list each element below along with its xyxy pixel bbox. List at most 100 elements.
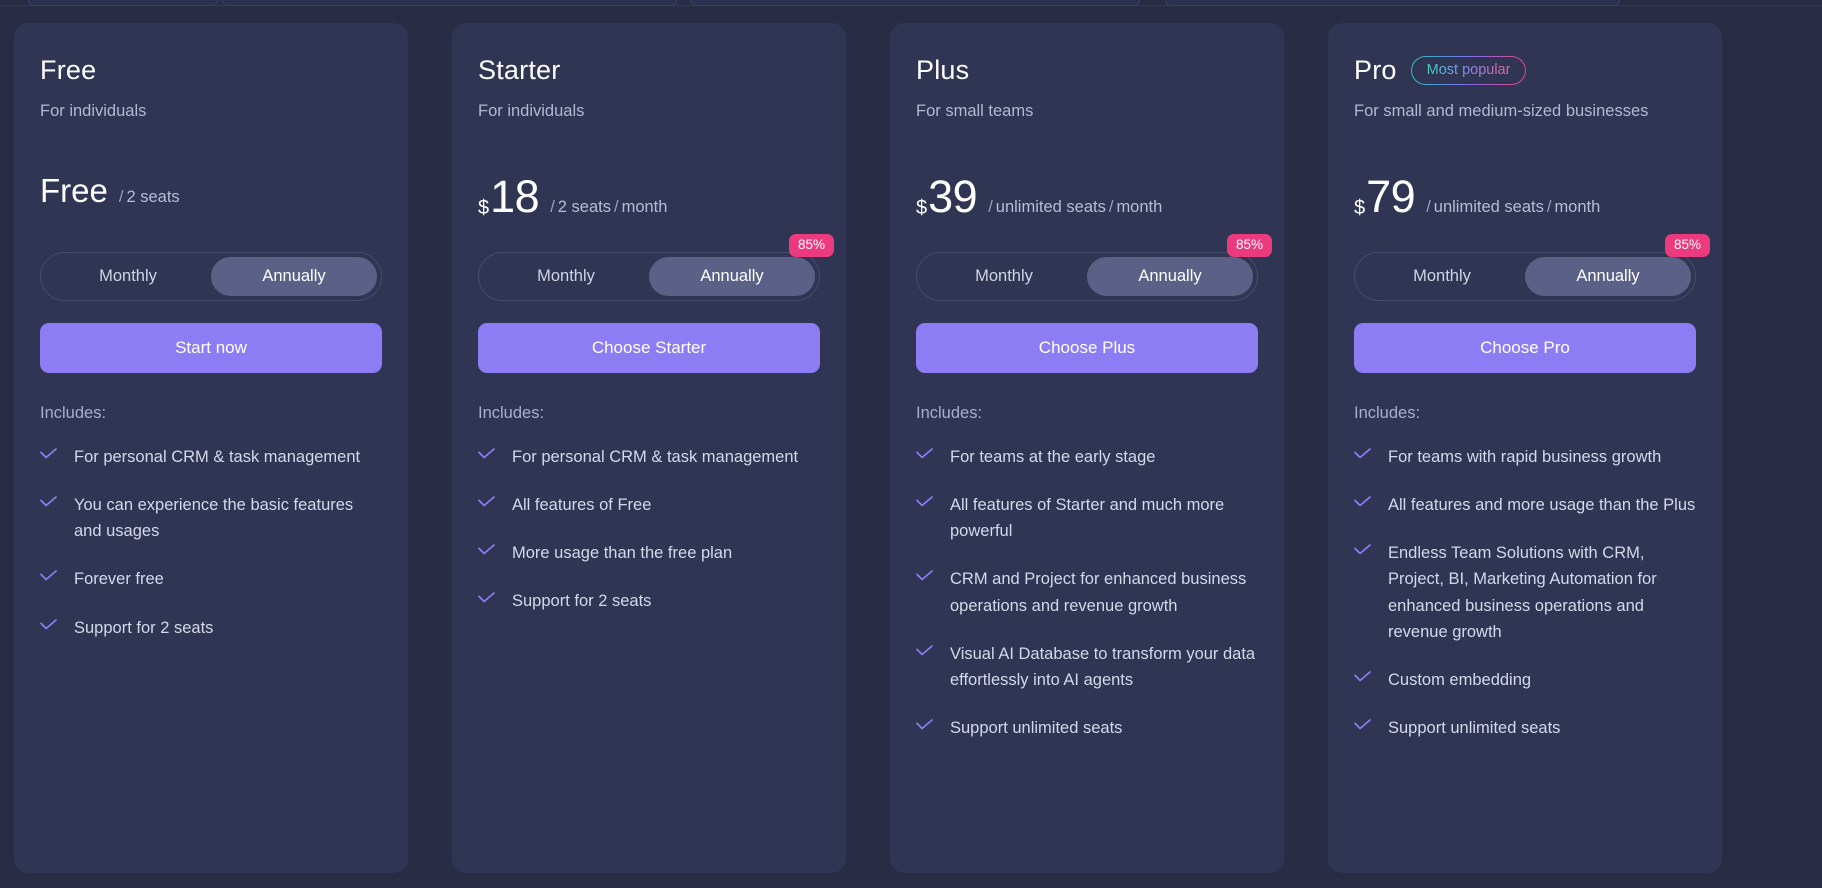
price-unit-slash-2: / [613,198,619,217]
top-cutoff-strip [0,0,1822,14]
feature-item: You can experience the basic features an… [40,492,382,544]
billing-toggle-option-monthly[interactable]: Monthly [45,257,211,296]
feature-text: For teams at the early stage [950,448,1156,467]
price-amount: Free [40,172,108,210]
billing-toggle-option-annually[interactable]: Annually [1525,257,1691,297]
price-unit-slash-2: / [1546,198,1552,217]
feature-item: All features of Free [478,492,820,518]
feature-list: For teams with rapid business growth All … [1354,444,1696,741]
plan-audience: For small teams [916,102,1034,120]
price-amount: 39 [928,171,978,223]
billing-toggle-option-annually[interactable]: Annually [1087,257,1253,297]
plan-header: Pro Most popular [1354,53,1696,87]
most-popular-badge-label: Most popular [1426,62,1511,78]
billing-toggle-option-monthly[interactable]: Monthly [1359,257,1525,296]
billing-toggle[interactable]: Monthly Annually [1354,252,1696,302]
plan-audience: For individuals [478,102,585,120]
price-amount: 79 [1366,171,1416,223]
price-unit-slash: / [988,198,993,217]
cutoff-element-1 [28,0,218,6]
feature-text: Forever free [74,570,164,589]
feature-item: More usage than the free plan [478,540,820,566]
price-unit-slash: / [118,188,124,207]
price-unit: /2 seats / month [547,198,667,217]
plan-name: Starter [478,54,561,85]
plan-name: Pro [1354,54,1397,85]
feature-item: CRM and Project for enhanced business op… [916,566,1258,618]
check-icon [1354,544,1371,644]
billing-toggle-option-annually[interactable]: Annually [649,257,815,297]
check-icon [916,644,933,693]
most-popular-badge: Most popular [1411,56,1527,85]
check-icon [40,496,57,544]
billing-toggle[interactable]: Monthly Annually [916,252,1258,302]
feature-item: All features and more usage than the Plu… [1354,492,1696,518]
feature-text: More usage than the free plan [512,544,733,563]
check-icon [40,618,57,641]
check-icon [478,496,495,518]
price-unit-seats: unlimited seats [1433,198,1544,217]
feature-text: Support for 2 seats [74,618,214,637]
feature-text: For personal CRM & task management [512,448,799,467]
billing-toggle-option-monthly[interactable]: Monthly [921,257,1087,296]
check-icon [40,570,57,592]
billing-toggle-option-monthly[interactable]: Monthly [483,257,649,296]
check-icon [916,570,933,618]
price-unit: / unlimited seats / month [1423,198,1600,217]
check-icon [40,448,57,470]
plan-card-free: Free For individuals Free /2 seats Monthly An… [14,23,408,873]
price-row: Free /2 seats [40,174,382,226]
cutoff-element-4 [1165,0,1620,6]
check-icon [478,592,495,614]
feature-text: You can experience the basic features an… [74,496,354,541]
feature-text: All features of Free [512,496,652,515]
price-unit-slash-2: / [1108,198,1114,217]
feature-item: For personal CRM & task management [478,444,820,470]
check-icon [1354,448,1371,470]
pricing-plans-grid: Free For individuals Free/2 seats Monthly An… [14,23,1808,873]
price-row: $18/2 seats / month [478,174,820,226]
discount-badge: 85% [1664,234,1710,258]
plan-name: Plus [916,54,970,85]
cta-button-pro[interactable]: Choose Pro [1354,323,1696,374]
billing-toggle[interactable]: Monthly Annually [40,252,382,302]
plan-name: Free [40,54,97,85]
feature-text: Support unlimited seats [1388,718,1561,737]
price-row: $79/unlimited seats / month [1354,174,1696,226]
price-currency: $ [478,197,490,220]
plan-header: Starter [478,53,820,87]
check-icon [478,448,495,470]
includes-label: Includes: [40,404,107,423]
price-unit-seats: 2 seats [126,188,180,207]
feature-text: Visual AI Database to transform your dat… [950,644,1256,689]
price-row: $39/unlimited seats / month [916,174,1258,226]
feature-text: CRM and Project for enhanced business op… [950,570,1247,615]
price-unit-slash: / [550,198,555,217]
feature-list: For teams at the early stage All features… [916,444,1258,741]
price-unit-seats: 2 seats [557,198,611,217]
price-unit: / unlimited seats / month [985,198,1162,217]
feature-list: For personal CRM & task management All fe… [478,444,820,614]
billing-toggle-option-annually[interactable]: Annually [211,257,377,297]
plan-audience: For small and medium-sized businesses [1354,102,1649,120]
plan-audience: For individuals [40,102,147,120]
feature-item: Endless Team Solutions with CRM, Project… [1354,540,1696,644]
cutoff-element-2 [222,0,677,6]
feature-list: For personal CRM & task management You ca… [40,444,382,640]
cta-button-free[interactable]: Start now [40,323,382,374]
feature-item: Custom embedding [1354,667,1696,693]
billing-toggle[interactable]: Monthly Annually [478,252,820,302]
discount-badge: 85% [1226,234,1272,258]
price-unit-period: month [621,198,668,217]
check-icon [916,448,933,470]
billing-toggle-wrapper: 85% Monthly Annually [916,234,1272,302]
includes-label: Includes: [916,404,983,423]
cta-button-plus[interactable]: Choose Plus [916,323,1258,374]
cta-button-starter[interactable]: Choose Starter [478,323,820,374]
feature-item: Forever free [40,566,382,592]
price-currency: $ [1354,197,1366,220]
cutoff-element-3 [690,0,1140,6]
price-currency: $ [916,197,928,220]
feature-text: Custom embedding [1388,670,1532,689]
plan-card-plus: Plus For small teams $39/unlimited seats / m… [890,23,1284,873]
